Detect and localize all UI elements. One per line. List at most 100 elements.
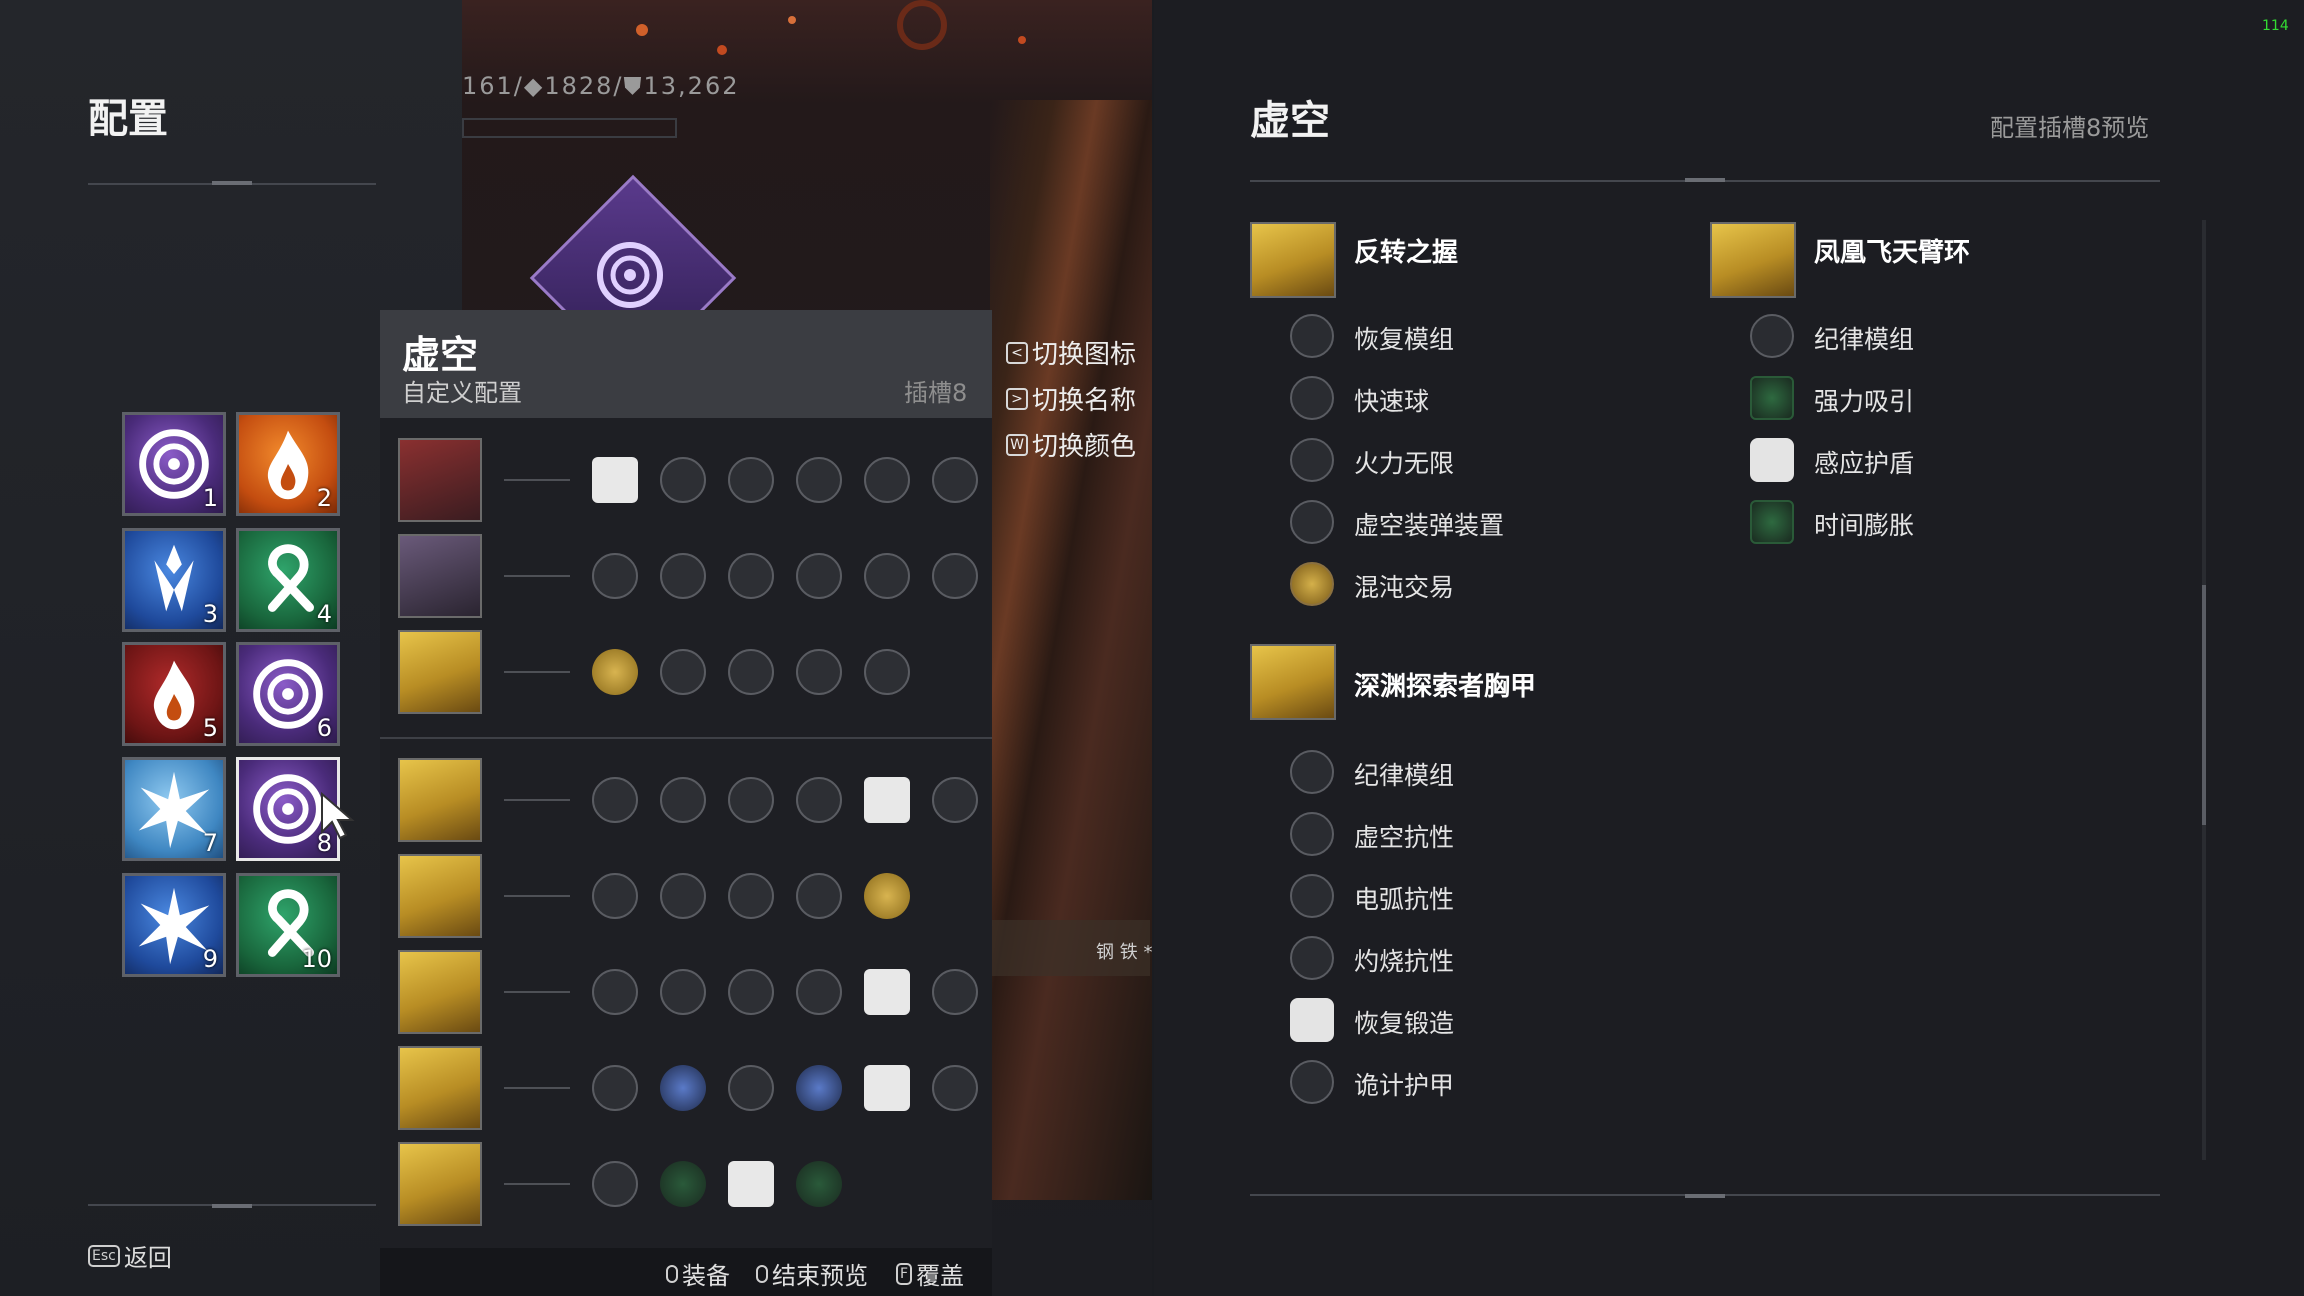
mod-icon <box>1290 874 1334 918</box>
perk-icon[interactable] <box>660 649 706 695</box>
mod-icon <box>1290 314 1334 358</box>
perk-icon[interactable] <box>592 553 638 599</box>
mod-label: 灼烧抗性 <box>1354 947 1455 976</box>
toggle-name-option[interactable]: > 切换名称 <box>1006 380 1136 417</box>
perk-icon[interactable] <box>864 873 910 919</box>
perk-icon[interactable] <box>660 1161 706 1207</box>
end-preview-label: 结束预览 <box>772 1262 868 1290</box>
back-button[interactable]: Esc 返回 <box>88 1238 172 1273</box>
loadout-item-thumbnail[interactable] <box>398 534 482 618</box>
armor-thumbnail[interactable] <box>1250 222 1336 298</box>
loadout-item-thumbnail[interactable] <box>398 438 482 522</box>
loadout-slot-1[interactable]: 1 <box>122 412 226 516</box>
perk-icon[interactable] <box>796 1065 842 1111</box>
divider-tick <box>212 181 252 185</box>
perk-icon[interactable] <box>864 649 910 695</box>
perk-icon[interactable] <box>660 457 706 503</box>
perk-icon[interactable] <box>932 969 978 1015</box>
loadout-slot-3[interactable]: 3 <box>122 528 226 632</box>
overwrite-button[interactable]: F 覆盖 <box>896 1256 964 1291</box>
perk-icon[interactable] <box>796 553 842 599</box>
perk-icon[interactable] <box>592 649 638 695</box>
perk-icon[interactable] <box>796 649 842 695</box>
perk-icon[interactable] <box>932 1065 978 1111</box>
perk-icon[interactable] <box>864 457 910 503</box>
perk-icon[interactable] <box>728 553 774 599</box>
toggle-icon-option[interactable]: < 切换图标 <box>1006 334 1136 371</box>
fps-counter: 114 <box>2262 18 2289 34</box>
loadout-item-thumbnail[interactable] <box>398 630 482 714</box>
loadout-item-thumbnail[interactable] <box>398 758 482 842</box>
scrollbar-thumb[interactable] <box>2202 585 2206 825</box>
toggle-color-label: 切换颜色 <box>1032 432 1137 462</box>
perk-icon[interactable] <box>728 1161 774 1207</box>
loadout-slot-9[interactable]: 9 <box>122 873 226 977</box>
perk-icon[interactable] <box>796 873 842 919</box>
perk-icon[interactable] <box>592 777 638 823</box>
perk-icon[interactable] <box>796 1161 842 1207</box>
perk-icon[interactable] <box>864 969 910 1015</box>
perk-icon[interactable] <box>592 873 638 919</box>
page-title: 配置 <box>88 96 168 142</box>
perk-icon[interactable] <box>796 457 842 503</box>
mod-icon <box>1750 314 1794 358</box>
loadout-slot-number: 10 <box>301 945 332 973</box>
mod-icon <box>1750 376 1794 420</box>
perk-icon[interactable] <box>728 457 774 503</box>
perk-icon[interactable] <box>728 777 774 823</box>
connector-line <box>504 479 570 481</box>
loadout-item-thumbnail[interactable] <box>398 950 482 1034</box>
toggle-color-option[interactable]: W 切换颜色 <box>1006 426 1136 463</box>
loadout-item-thumbnail[interactable] <box>398 1142 482 1226</box>
end-preview-button[interactable]: 结束预览 <box>756 1256 868 1291</box>
loadout-slot-number: 2 <box>316 484 332 512</box>
perk-icon[interactable] <box>932 553 978 599</box>
loadout-slot-number: 1 <box>202 484 218 512</box>
perk-icon[interactable] <box>932 777 978 823</box>
perk-icon[interactable] <box>728 649 774 695</box>
perk-icon[interactable] <box>864 777 910 823</box>
loadout-slot-10[interactable]: 10 <box>236 873 340 977</box>
loadout-slot-7[interactable]: 7 <box>122 757 226 861</box>
esc-key-icon: Esc <box>88 1244 120 1267</box>
armor-thumbnail[interactable] <box>1710 222 1796 298</box>
f-key-icon: F <box>896 1262 913 1285</box>
mod-label: 快速球 <box>1354 387 1430 416</box>
perk-icon[interactable] <box>932 457 978 503</box>
loadout-slot-5[interactable]: 5 <box>122 642 226 746</box>
right-key-icon: > <box>1006 387 1028 410</box>
loadout-slot-6[interactable]: 6 <box>236 642 340 746</box>
perk-icon[interactable] <box>592 969 638 1015</box>
perk-icon[interactable] <box>728 873 774 919</box>
divider-tick <box>1685 178 1725 182</box>
perk-icon[interactable] <box>796 969 842 1015</box>
perk-icon[interactable] <box>592 457 638 503</box>
perk-icon[interactable] <box>592 1065 638 1111</box>
connector-line <box>504 671 570 673</box>
perk-icon[interactable] <box>660 969 706 1015</box>
left-key-icon: < <box>1006 341 1028 364</box>
perk-icon[interactable] <box>728 969 774 1015</box>
loadout-item-thumbnail[interactable] <box>398 1046 482 1130</box>
perk-icon[interactable] <box>864 553 910 599</box>
loadout-slot-number: 6 <box>316 714 332 742</box>
toggle-name-label: 切换名称 <box>1032 386 1137 416</box>
armor-thumbnail[interactable] <box>1250 644 1336 720</box>
mod-label: 虚空装弹装置 <box>1354 511 1505 540</box>
perk-icon[interactable] <box>660 873 706 919</box>
loadout-slot-4[interactable]: 4 <box>236 528 340 632</box>
loadout-item-thumbnail[interactable] <box>398 854 482 938</box>
mod-label: 时间膨胀 <box>1814 511 1915 540</box>
equip-button[interactable]: 装备 <box>666 1256 730 1291</box>
loadout-slot-2[interactable]: 2 <box>236 412 340 516</box>
perk-icon[interactable] <box>660 777 706 823</box>
perk-icon[interactable] <box>728 1065 774 1111</box>
mod-label: 电弧抗性 <box>1354 885 1455 914</box>
toggle-icon-label: 切换图标 <box>1032 340 1137 370</box>
perk-icon[interactable] <box>660 553 706 599</box>
perk-icon[interactable] <box>592 1161 638 1207</box>
perk-icon[interactable] <box>796 777 842 823</box>
perk-icon[interactable] <box>864 1065 910 1111</box>
card-subtitle: 自定义配置 <box>402 379 522 407</box>
perk-icon[interactable] <box>660 1065 706 1111</box>
